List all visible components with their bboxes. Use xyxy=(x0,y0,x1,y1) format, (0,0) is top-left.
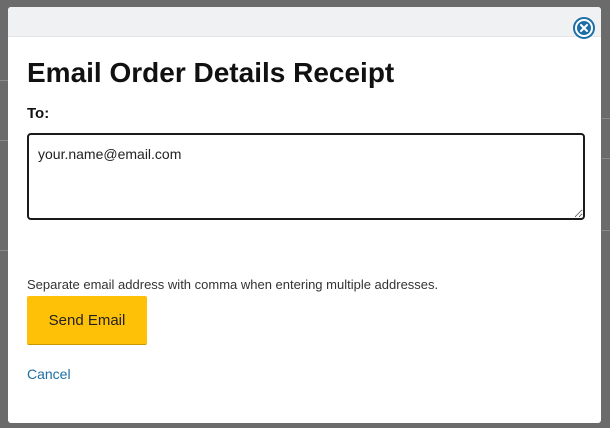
cancel-link[interactable]: Cancel xyxy=(27,366,71,382)
close-button[interactable] xyxy=(573,17,595,39)
background-page-right xyxy=(602,110,610,428)
to-label: To: xyxy=(27,105,50,122)
send-email-button[interactable]: Send Email xyxy=(27,296,147,345)
email-receipt-modal: Email Order Details Receipt To: your.nam… xyxy=(8,7,601,423)
email-address-input[interactable]: your.name@email.com xyxy=(27,133,585,220)
modal-title: Email Order Details Receipt xyxy=(27,57,395,88)
close-circle-icon xyxy=(577,21,591,35)
modal-header-bar xyxy=(8,7,601,37)
background-page-left xyxy=(0,70,8,428)
multiple-address-hint: Separate email address with comma when e… xyxy=(27,277,439,292)
